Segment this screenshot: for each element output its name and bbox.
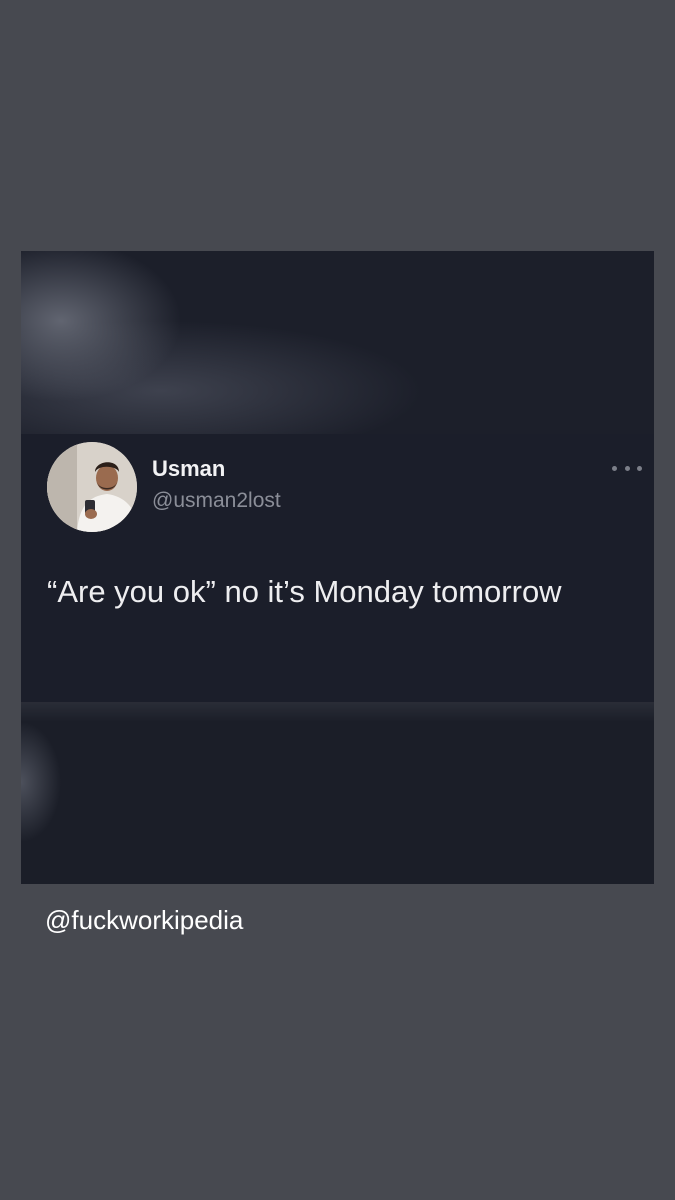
- avatar[interactable]: [47, 442, 137, 532]
- more-horizontal-icon[interactable]: [612, 458, 642, 478]
- post-image: Usman @usman2lost “Are you ok” no it’s M…: [21, 251, 654, 884]
- tweet-text: “Are you ok” no it’s Monday tomorrow: [47, 574, 562, 609]
- display-name[interactable]: Usman: [152, 456, 225, 482]
- user-handle[interactable]: @usman2lost: [152, 489, 281, 513]
- tweet-card[interactable]: Usman @usman2lost “Are you ok” no it’s M…: [21, 434, 654, 702]
- watermark-caption: @fuckworkipedia: [45, 905, 244, 935]
- more-dot: [624, 465, 630, 471]
- avatar-photo: [47, 442, 137, 532]
- blurred-tweet-above: [21, 251, 654, 434]
- blurred-tweet-below: [21, 702, 654, 884]
- more-dot: [612, 465, 617, 471]
- more-dot: [637, 465, 642, 471]
